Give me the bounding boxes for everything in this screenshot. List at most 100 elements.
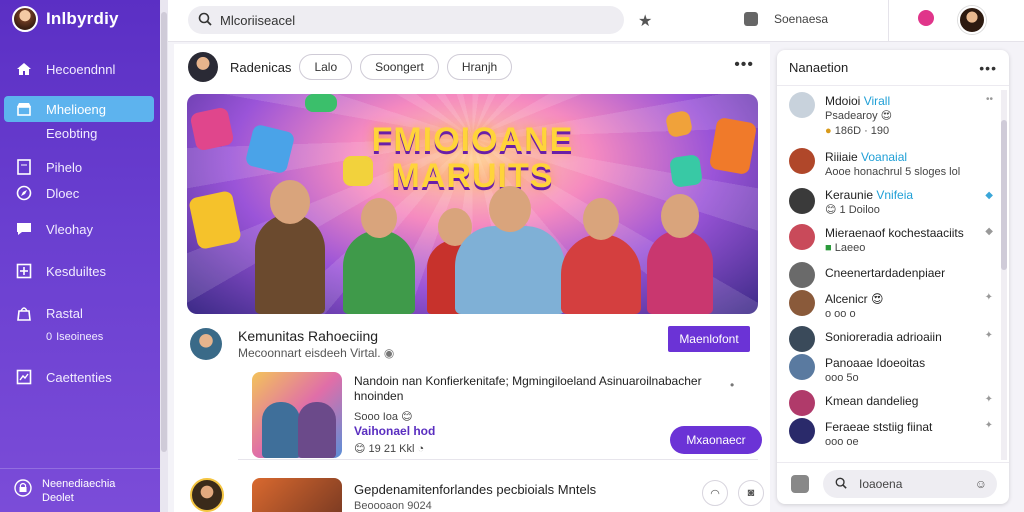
item-subtitle-text: Laeeo [834, 242, 866, 254]
sidebar-scrollbar[interactable] [160, 0, 168, 512]
card-meta-text: Sooo Ioa [354, 411, 399, 423]
sidebar-item-label: Mhelioeng [46, 101, 106, 117]
grid-icon [16, 369, 32, 385]
item-subtitle: ooo 5o [825, 372, 859, 384]
card-thumbnail[interactable] [252, 372, 342, 458]
avatar[interactable] [190, 478, 224, 512]
feed-item-thumbnail[interactable] [252, 478, 342, 512]
feed-item[interactable]: Gepdenamitenforlandes pecbioials Mntels … [188, 474, 764, 512]
notification-pin-icon[interactable] [918, 10, 934, 26]
panel-scrollbar[interactable] [1001, 90, 1007, 460]
sidebar-item-tools[interactable]: Kesduiltes [0, 258, 160, 284]
info-icon[interactable]: ◉ [384, 346, 394, 360]
join-button[interactable]: Mxaonaecr [670, 426, 762, 454]
item-more-icon[interactable]: ✦ [985, 292, 993, 303]
chat-icon[interactable]: ◔ [417, 443, 424, 455]
scrollbar-thumb[interactable] [1001, 120, 1007, 270]
brand[interactable]: Inlbyrdiy [0, 0, 168, 38]
item-title: Mieraenaof kochestaaciits [825, 226, 964, 240]
emoji-picker-icon[interactable]: ☺ [975, 477, 987, 491]
avatar[interactable] [190, 328, 222, 360]
sidebar-item-home[interactable]: Hecoendnnl [0, 56, 160, 82]
sidebar-subitem-prefix: 0 [46, 331, 53, 343]
item-more-icon[interactable]: ✦ [985, 394, 993, 405]
filter-label[interactable]: Radenicas [230, 60, 291, 75]
sidebar: Inlbyrdiy Hecoendnnl Mhelioeng Eeobting … [0, 0, 168, 512]
search-input[interactable] [220, 12, 600, 28]
post-card[interactable]: Nandoin nan Konfierkenitafe; Mgmingiloel… [238, 370, 762, 460]
card-author[interactable]: Vaihonael hod [354, 424, 435, 438]
avatar [789, 92, 815, 118]
more-options-icon[interactable]: ••• [979, 60, 997, 76]
file-icon [16, 159, 32, 175]
filter-chip[interactable]: Hranjh [446, 54, 513, 80]
search-bar[interactable] [188, 6, 624, 34]
list-item[interactable]: Keraunie Vnifeia 😊 1 Doiloo ◆ [777, 184, 1001, 220]
emoji-icon: 😍 [880, 110, 893, 122]
item-title: Feraeae ststiig fiinat [825, 420, 933, 434]
sidebar-subitem[interactable]: 0 Iseoinees [0, 326, 160, 348]
sidebar-item-label: Rastal [46, 305, 83, 321]
compass-icon [16, 185, 32, 201]
item-more-icon[interactable]: ◆ [985, 226, 993, 237]
sidebar-item-bag[interactable]: Rastal [0, 300, 160, 326]
hero-banner[interactable]: FMIOIOANE MARUITS [187, 94, 758, 314]
sidebar-item-file[interactable]: Pihelo [0, 154, 160, 180]
panel-search[interactable]: Ioaoena ☺ [823, 470, 997, 498]
money-icon: ■ [825, 242, 832, 254]
scrollbar-thumb[interactable] [161, 12, 167, 452]
item-subtitle: Aooe honachrul 5 sloges lol [825, 166, 961, 178]
item-more-icon[interactable]: ✦ [985, 420, 993, 431]
item-highlight: Voanaial [861, 150, 908, 164]
panel-search-text: Ioaoena [859, 477, 903, 491]
user-avatar[interactable] [958, 6, 986, 34]
post-title[interactable]: Kemunitas Rahoeciing [238, 328, 378, 344]
app-icon[interactable] [744, 12, 758, 26]
puzzle-icon[interactable] [791, 475, 809, 493]
item-more-icon[interactable]: ◆ [985, 190, 993, 201]
item-more-icon[interactable]: ✦ [985, 330, 993, 341]
card-stats-text: 19 21 Kkl [368, 443, 415, 455]
sidebar-item-label: Vleohay [46, 221, 93, 237]
sidebar-item-store[interactable]: Mhelioeng [4, 96, 154, 122]
item-more-icon[interactable]: •• [986, 94, 993, 105]
list-item[interactable]: Mieraenaof kochestaaciits ■ Laeeo ◆ [777, 220, 1001, 260]
sidebar-item-label: Dloec [46, 185, 80, 201]
list-item[interactable]: Kmean dandelieg ✦ [777, 388, 1001, 416]
avatar[interactable] [188, 52, 218, 82]
card-more-icon[interactable]: • [730, 378, 734, 392]
follow-button[interactable]: Maenlofont [668, 326, 750, 352]
avatar [789, 354, 815, 380]
filter-chip[interactable]: Soongert [360, 54, 439, 80]
sidebar-item-grid[interactable]: Caettenties [0, 364, 160, 390]
filter-chip[interactable]: Lalo [299, 54, 353, 80]
list-item[interactable]: Panoaae Idoeoitas ooo 5o [777, 350, 1001, 388]
sidebar-item-chat[interactable]: Vleohay [0, 216, 160, 242]
chat-icon [16, 221, 32, 237]
list-item[interactable]: Feraeae ststiig fiinat ooo oe ✦ [777, 414, 1001, 450]
share-icon[interactable]: ◠ [702, 480, 728, 506]
list-item[interactable]: Sonioreradia adrioaiin ✦ [777, 324, 1001, 352]
sidebar-nav: Hecoendnnl Mhelioeng Eeobting Pihelo Dlo… [0, 56, 160, 390]
item-subtitle: 😊 1 Doiloo [825, 203, 1001, 218]
sidebar-item-compass[interactable]: Dloec [0, 180, 160, 206]
brand-name: Inlbyrdiy [46, 9, 119, 28]
list-item[interactable]: Mdoioi Virall Psadearoy 😍 ● 186D · 190 •… [777, 88, 1001, 144]
banner-title-line1: FMIOIOANE [371, 121, 574, 159]
item-title: Cneenertardadenpiaer [825, 266, 946, 280]
bookmark-icon[interactable]: ◙ [738, 480, 764, 506]
sidebar-subitem[interactable]: Eeobting [0, 122, 160, 144]
avatar [789, 262, 815, 288]
item-subtitle-text: 1 Doiloo [839, 204, 880, 216]
topbar-label[interactable]: Soenaesa [774, 12, 828, 26]
lock-icon [14, 479, 32, 502]
feed-item-title[interactable]: Gepdenamitenforlandes pecbioials Mntels [354, 482, 596, 497]
list-item[interactable]: Riiiaie Voanaial Aooe honachrul 5 sloges… [777, 144, 1001, 184]
coin-icon: ● [825, 125, 832, 137]
star-icon[interactable]: ★ [638, 11, 652, 31]
sidebar-footer[interactable]: Neenediaechia Deolet [0, 468, 160, 512]
list-item[interactable]: Cneenertardadenpiaer [777, 260, 1001, 288]
list-item[interactable]: Alcenicr 😍 o oo o ✦ [777, 286, 1001, 324]
more-options-icon[interactable]: ••• [734, 56, 754, 74]
avatar [789, 148, 815, 174]
